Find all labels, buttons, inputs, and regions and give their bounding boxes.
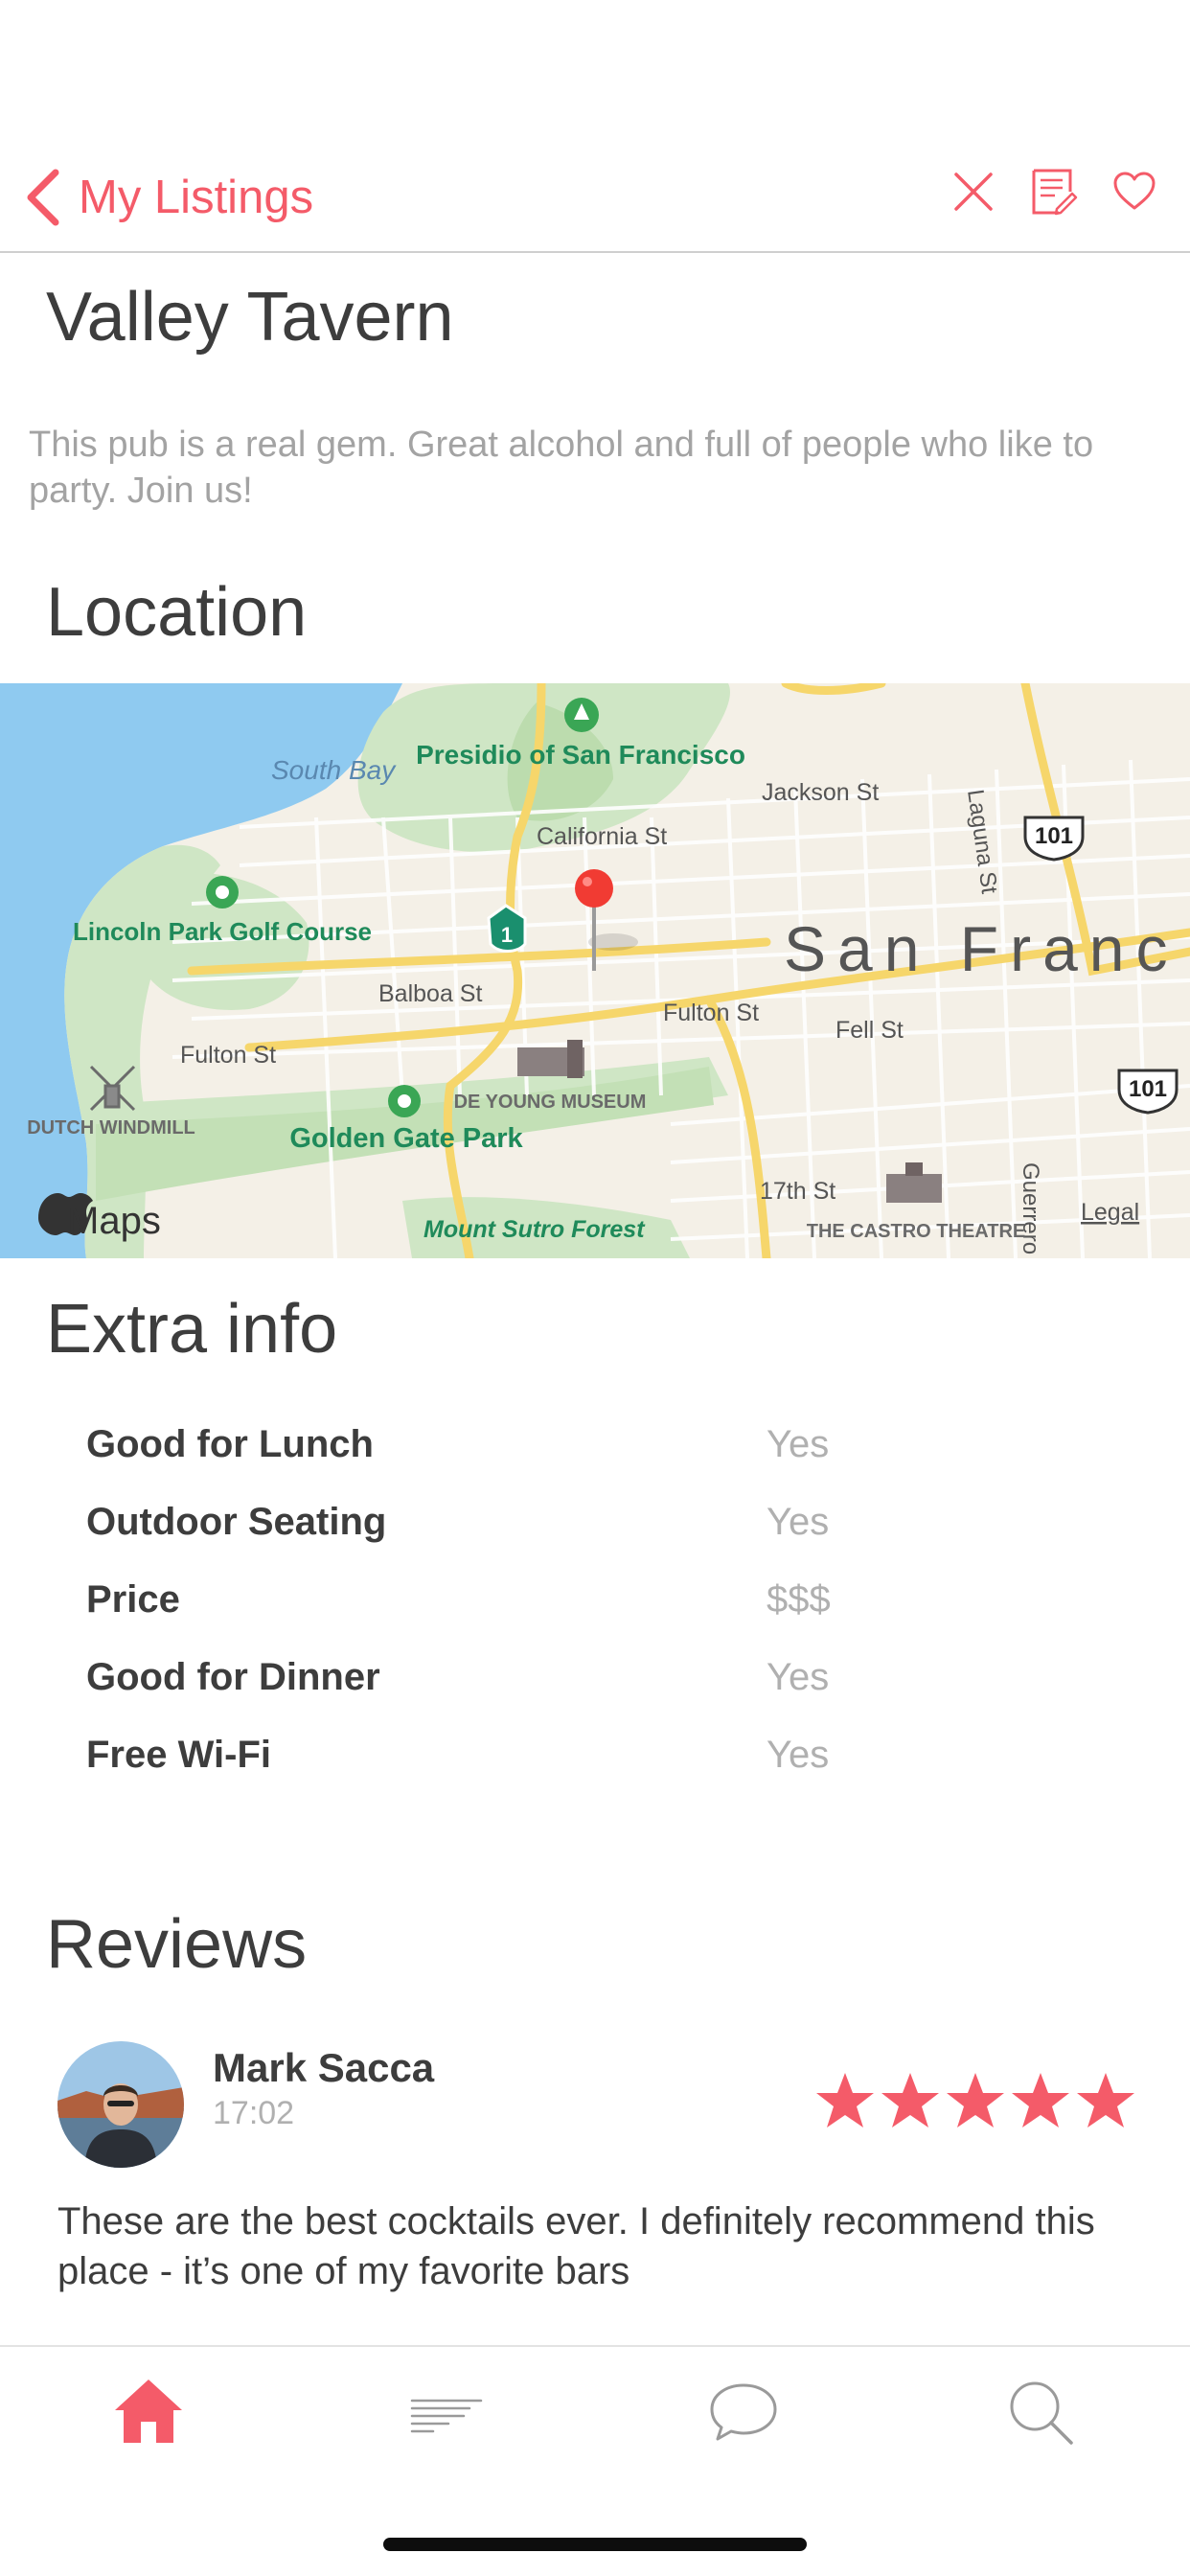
- avatar[interactable]: [57, 2041, 184, 2168]
- map-label-california: California St: [537, 823, 667, 850]
- info-label: Good for Dinner: [86, 1656, 380, 1698]
- info-value: Yes: [767, 1656, 830, 1698]
- info-row: Good for Dinner Yes: [86, 1656, 1140, 1734]
- route-101-bottom-label: 101: [1129, 1076, 1167, 1102]
- review-card: Mark Sacca 17:02 These are the best cock…: [0, 2041, 1190, 2329]
- location-heading: Location: [46, 574, 308, 651]
- star-icon: [816, 2073, 874, 2128]
- map-label-presidio: Presidio of San Francisco: [416, 740, 745, 770]
- map-label-fell: Fell St: [835, 1017, 904, 1044]
- listing-description: This pub is a real gem. Great alcohol an…: [29, 425, 1094, 511]
- reviewer-name: Mark Sacca: [213, 2045, 435, 2090]
- map-label-san-francisco: San Franc: [784, 913, 1179, 984]
- search-icon: [1010, 2381, 1073, 2445]
- star-icon: [947, 2073, 1004, 2128]
- home-icon: [115, 2380, 183, 2443]
- map-label-fulton-right: Fulton St: [663, 1000, 759, 1026]
- map-label-mount-sutro: Mount Sutro Forest: [423, 1216, 646, 1243]
- info-value: Yes: [767, 1423, 830, 1465]
- map-label-jackson: Jackson St: [762, 779, 879, 806]
- tab-search[interactable]: [893, 2347, 1190, 2481]
- extra-info-table: Good for Lunch Yes Outdoor Seating Yes P…: [86, 1423, 1140, 1811]
- heart-icon[interactable]: [1108, 165, 1161, 218]
- star-icon: [881, 2073, 939, 2128]
- info-label: Free Wi-Fi: [86, 1734, 271, 1776]
- info-value: Yes: [767, 1501, 830, 1543]
- info-row: Price $$$: [86, 1578, 1140, 1656]
- location-map[interactable]: 1 101 101 South Bay Presidio of San Fran…: [0, 683, 1190, 1258]
- map-label-golden-gate-park: Golden Gate Park: [289, 1123, 523, 1154]
- feed-icon: [410, 2399, 482, 2433]
- back-label: My Listings: [79, 172, 314, 223]
- map-label-17th: 17th St: [760, 1178, 835, 1205]
- info-label: Good for Lunch: [86, 1423, 374, 1465]
- nav-divider: [0, 251, 1190, 253]
- map-label-de-young: DE YOUNG MUSEUM: [454, 1092, 647, 1113]
- route-101-top-shield: 101: [1023, 816, 1085, 862]
- info-value: Yes: [767, 1734, 830, 1776]
- info-label: Price: [86, 1578, 180, 1621]
- home-indicator: [383, 2538, 807, 2551]
- route-1-label: 1: [501, 923, 513, 947]
- star-icon: [1012, 2073, 1069, 2128]
- nav-actions: [947, 165, 1161, 218]
- maps-brand: Maps: [38, 1193, 161, 1242]
- star-icon: [1077, 2073, 1134, 2128]
- tab-chat[interactable]: [595, 2347, 893, 2481]
- star-rating: [814, 2070, 1136, 2131]
- map-label-balboa: Balboa St: [378, 980, 482, 1007]
- info-row: Free Wi-Fi Yes: [86, 1734, 1140, 1811]
- info-value: $$$: [767, 1578, 831, 1621]
- tab-home[interactable]: [0, 2347, 298, 2481]
- reviews-heading: Reviews: [46, 1906, 308, 1983]
- navigation-bar: My Listings: [0, 144, 1190, 253]
- review-text: These are the best cocktails ever. I def…: [57, 2200, 1095, 2292]
- map-legal-link[interactable]: Legal: [1081, 1199, 1139, 1226]
- listing-title: Valley Tavern: [46, 279, 454, 356]
- maps-brand-label: Maps: [67, 1200, 161, 1242]
- route-101-bottom-shield: 101: [1117, 1069, 1179, 1115]
- close-icon[interactable]: [947, 165, 1000, 218]
- map-label-lincoln-park: Lincoln Park Golf Course: [73, 917, 372, 946]
- chat-icon: [710, 2383, 777, 2441]
- info-label: Outdoor Seating: [86, 1501, 387, 1543]
- edit-listing-icon[interactable]: [1027, 165, 1081, 218]
- route-101-top-label: 101: [1035, 823, 1073, 849]
- tab-feed[interactable]: [298, 2347, 596, 2481]
- back-button[interactable]: My Listings: [23, 159, 313, 236]
- map-label-castro: THE CASTRO THEATRE: [807, 1221, 1026, 1242]
- info-row: Good for Lunch Yes: [86, 1423, 1140, 1501]
- map-label-fulton-left: Fulton St: [180, 1042, 276, 1069]
- extra-info-heading: Extra info: [46, 1291, 338, 1368]
- map-label-dutch-windmill: DUTCH WINDMILL: [27, 1117, 195, 1138]
- chevron-left-icon: [27, 169, 59, 226]
- info-row: Outdoor Seating Yes: [86, 1501, 1140, 1578]
- map-label-south-bay: South Bay: [271, 755, 397, 785]
- tab-bar: [0, 2347, 1190, 2481]
- review-time: 17:02: [213, 2095, 295, 2131]
